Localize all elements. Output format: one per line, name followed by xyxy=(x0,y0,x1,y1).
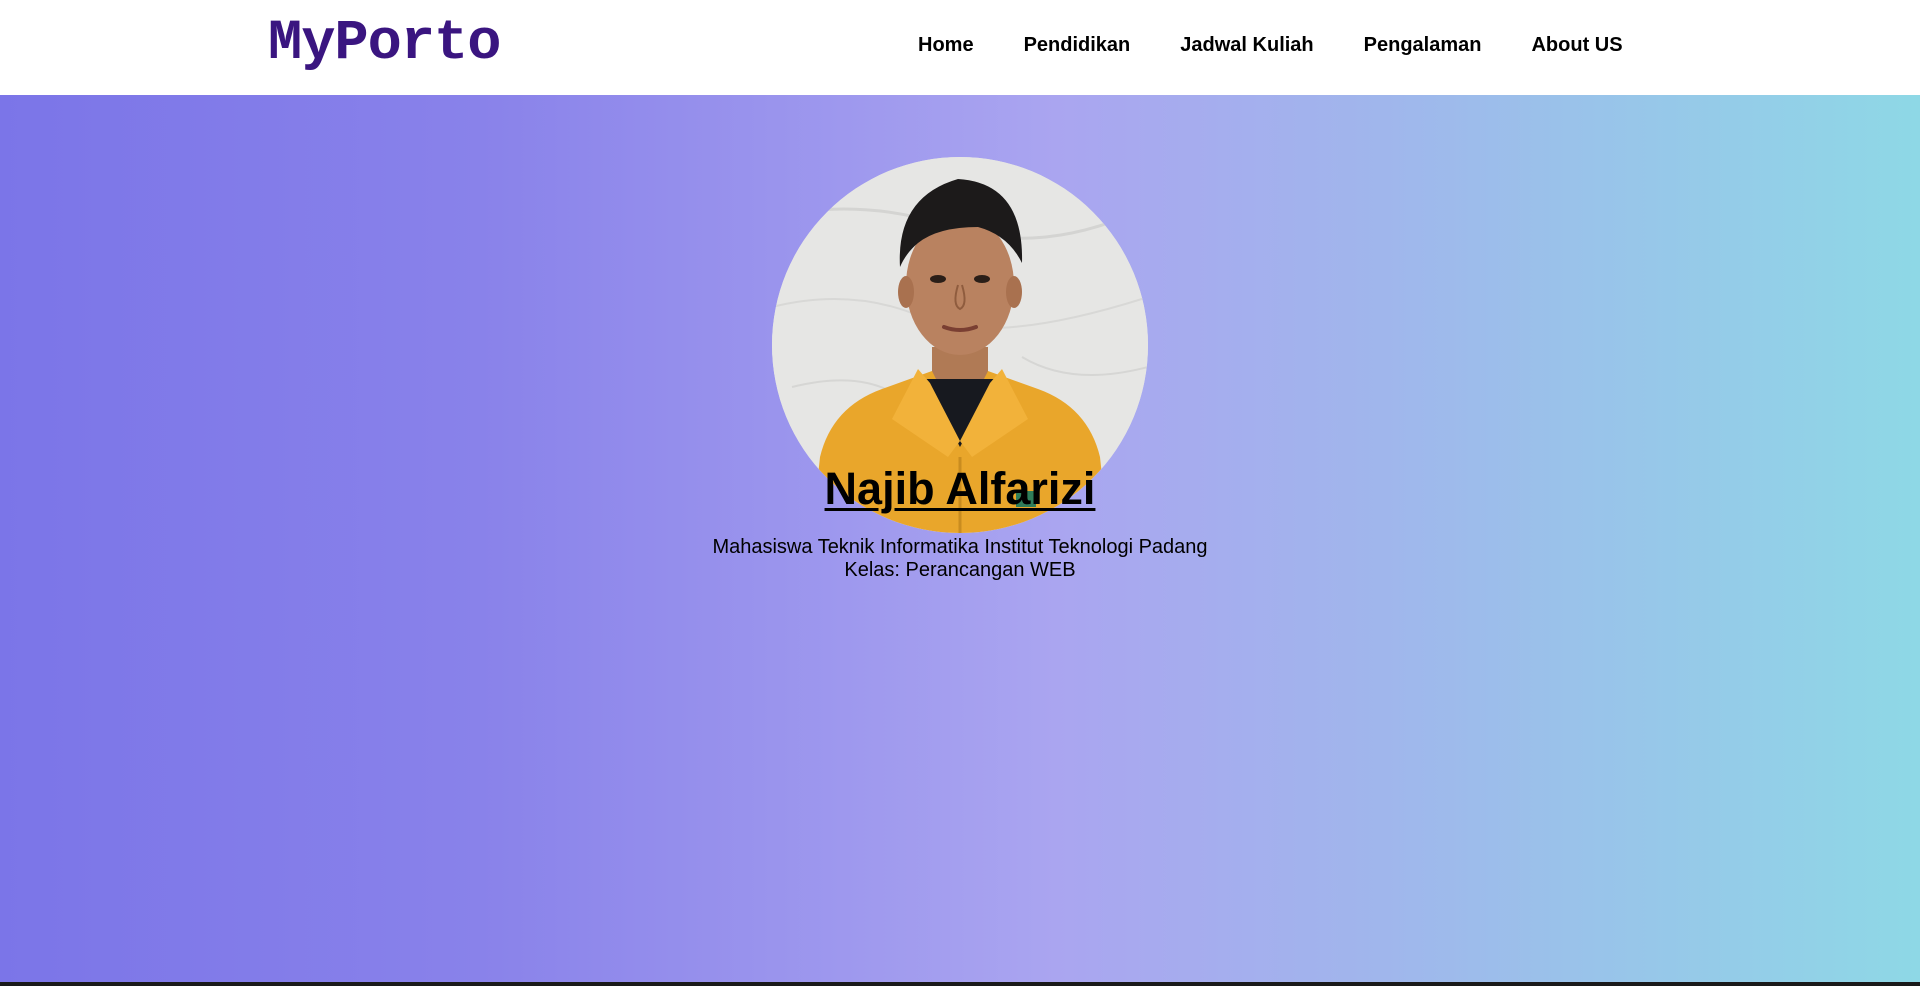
nav-home-link[interactable]: Home xyxy=(918,32,974,58)
nav-pendidikan-link[interactable]: Pendidikan xyxy=(1024,32,1131,58)
navbar: MyPorto Home Pendidikan Jadwal Kuliah Pe… xyxy=(0,0,1920,95)
nav-about-us-link[interactable]: About US xyxy=(1531,32,1622,58)
site-logo[interactable]: MyPorto xyxy=(268,10,501,78)
profile-name: Najib Alfarizi xyxy=(824,463,1096,514)
main-nav: Home Pendidikan Jadwal Kuliah Pengalaman… xyxy=(918,32,1623,58)
profile-description-line-2: Kelas: Perancangan WEB xyxy=(844,559,1076,581)
profile-description: Mahasiswa Teknik Informatika Institut Te… xyxy=(0,536,1920,582)
bottom-border xyxy=(0,982,1920,986)
nav-jadwal-kuliah-link[interactable]: Jadwal Kuliah xyxy=(1180,32,1313,58)
nav-pengalaman-link[interactable]: Pengalaman xyxy=(1364,32,1482,58)
profile-description-line-1: Mahasiswa Teknik Informatika Institut Te… xyxy=(712,536,1208,558)
